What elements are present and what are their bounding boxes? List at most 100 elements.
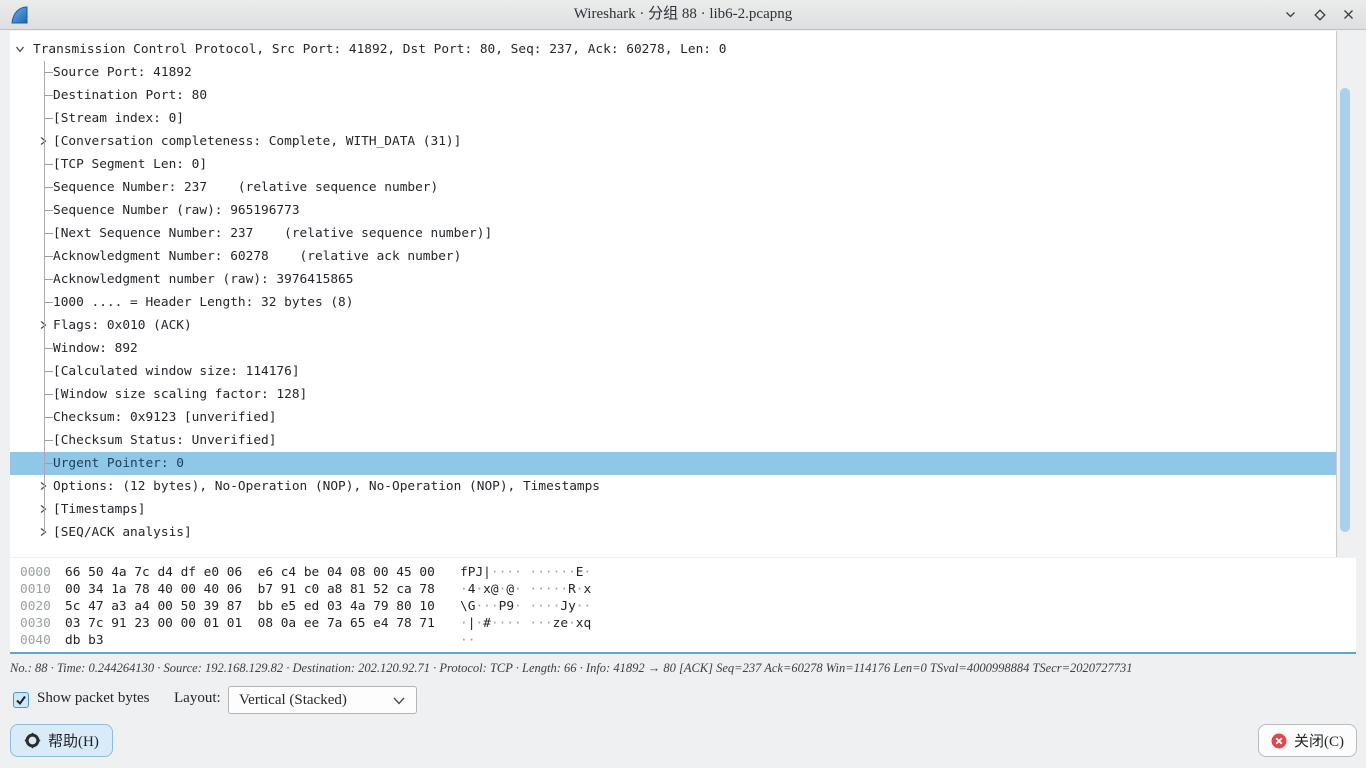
tree-row[interactable]: Window: 892 — [10, 337, 1336, 360]
tree-row-selected[interactable]: Urgent Pointer: 0 — [10, 452, 1336, 475]
close-window-icon[interactable] — [1341, 7, 1356, 22]
tree-row-label: Acknowledgment number (raw): 3976415865 — [53, 268, 353, 291]
tree-branch-tick — [44, 417, 53, 418]
hexdump-offset: 0020 — [20, 598, 51, 615]
tree-branch-tick — [44, 72, 53, 73]
tree-row-label: Source Port: 41892 — [53, 61, 192, 84]
tree-row[interactable]: [Window size scaling factor: 128] — [10, 383, 1336, 406]
tree-row-label: Window: 892 — [53, 337, 138, 360]
tree-row[interactable]: [Checksum Status: Unverified] — [10, 429, 1336, 452]
hexdump-ascii[interactable]: ·· — [460, 632, 475, 649]
hexdump-offset: 0010 — [20, 581, 51, 598]
tree-row-label: [TCP Segment Len: 0] — [53, 153, 207, 176]
tree-branch-tick — [44, 118, 53, 119]
hexdump-row[interactable]: 0030 03 7c 91 23 00 00 01 01 08 0a ee 7a … — [10, 615, 1356, 632]
tree-row[interactable]: [TCP Segment Len: 0] — [10, 153, 1336, 176]
hexdump-row[interactable]: 0010 00 34 1a 78 40 00 40 06 b7 91 c0 a8 … — [10, 581, 1356, 598]
tree-row-label: [Timestamps] — [53, 498, 145, 521]
tree-row-label: Urgent Pointer: 0 — [53, 452, 184, 475]
tree-row-label: Flags: 0x010 (ACK) — [53, 314, 192, 337]
expander-collapsed-icon[interactable] — [37, 526, 49, 538]
hexdump-row[interactable]: 0020 5c 47 a3 a4 00 50 39 87 bb e5 ed 03 … — [10, 598, 1356, 615]
hexdump-ascii[interactable]: ·|·#···· ···ze·xq — [460, 615, 591, 632]
minimize-icon[interactable] — [1283, 7, 1298, 22]
tree-branch-tick — [44, 210, 53, 211]
tree-branch-tick — [44, 187, 53, 188]
tree-guide-line — [44, 61, 45, 533]
tree-scrollbar[interactable] — [1336, 31, 1353, 557]
tree-branch-tick — [44, 279, 53, 280]
tree-row[interactable]: Options: (12 bytes), No-Operation (NOP),… — [10, 475, 1336, 498]
tree-row[interactable]: [Calculated window size: 114176] — [10, 360, 1336, 383]
close-button[interactable]: 关闭(C) — [1258, 724, 1357, 757]
tree-branch-tick — [44, 302, 53, 303]
tree-row[interactable]: [SEQ/ACK analysis] — [10, 521, 1336, 544]
tree-row[interactable]: [Stream index: 0] — [10, 107, 1336, 130]
tree-row-label: Sequence Number (raw): 965196773 — [53, 199, 300, 222]
hexdump-bytes[interactable]: 5c 47 a3 a4 00 50 39 87 bb e5 ed 03 4a 7… — [65, 598, 435, 615]
tree-row-label: [Conversation completeness: Complete, WI… — [53, 130, 461, 153]
hexdump-bytes[interactable]: 66 50 4a 7c d4 df e0 06 e6 c4 be 04 08 0… — [65, 564, 435, 581]
tree-branch-tick — [44, 256, 53, 257]
tree-row[interactable]: Source Port: 41892 — [10, 61, 1336, 84]
tree-row[interactable]: Sequence Number (raw): 965196773 — [10, 199, 1336, 222]
hexdump-bytes[interactable]: 03 7c 91 23 00 00 01 01 08 0a ee 7a 65 e… — [65, 615, 435, 632]
hexdump-bytes[interactable]: db b3 — [65, 632, 104, 649]
expander-collapsed-icon[interactable] — [37, 503, 49, 515]
hexdump-ascii[interactable]: \G···P9· ····Jy·· — [460, 598, 591, 615]
tree-row-label: 1000 .... = Header Length: 32 bytes (8) — [53, 291, 353, 314]
help-button[interactable]: 帮助(H) — [10, 724, 113, 757]
tree-row-label: [SEQ/ACK analysis] — [53, 521, 192, 544]
titlebar: Wireshark · 分组 88 · lib6-2.pcapng — [0, 0, 1366, 30]
hexdump-ascii[interactable]: fPJ|···· ······E· — [460, 564, 591, 581]
tree-branch-tick — [44, 233, 53, 234]
tree-scrollbar-thumb[interactable] — [1340, 88, 1350, 532]
window-title: Wireshark · 分组 88 · lib6-2.pcapng — [0, 0, 1366, 29]
help-lifebuoy-icon — [24, 732, 41, 749]
tree-row[interactable]: Destination Port: 80 — [10, 84, 1336, 107]
layout-label: Layout: — [174, 690, 221, 707]
hexdump-row[interactable]: 0040db b3·· — [10, 632, 1356, 649]
tree-branch-tick — [44, 440, 53, 441]
tree-branch-tick — [44, 371, 53, 372]
show-packet-bytes-label[interactable]: Show packet bytes — [37, 690, 149, 707]
hexdump-bytes[interactable]: 00 34 1a 78 40 00 40 06 b7 91 c0 a8 81 5… — [65, 581, 435, 598]
close-red-icon — [1271, 733, 1287, 749]
expander-collapsed-icon[interactable] — [37, 319, 49, 331]
tree-row-label: [Stream index: 0] — [53, 107, 184, 130]
hexdump-row[interactable]: 000066 50 4a 7c d4 df e0 06 e6 c4 be 04 … — [10, 564, 1356, 581]
packet-bytes-pane[interactable]: 000066 50 4a 7c d4 df e0 06 e6 c4 be 04 … — [10, 558, 1356, 654]
tree-row-label: Options: (12 bytes), No-Operation (NOP),… — [53, 475, 600, 498]
close-button-label: 关闭(C) — [1294, 730, 1344, 751]
tree-row[interactable]: Sequence Number: 237 (relative sequence … — [10, 176, 1336, 199]
tree-row-label: [Window size scaling factor: 128] — [53, 383, 307, 406]
tree-row-label: [Next Sequence Number: 237 (relative seq… — [53, 222, 492, 245]
layout-dropdown[interactable]: Vertical (Stacked) — [228, 686, 417, 714]
tree-row-label: [Checksum Status: Unverified] — [53, 429, 276, 452]
tree-row[interactable]: 1000 .... = Header Length: 32 bytes (8) — [10, 291, 1336, 314]
tree-row[interactable]: [Next Sequence Number: 237 (relative seq… — [10, 222, 1336, 245]
tree-branch-tick — [44, 95, 53, 96]
tree-row[interactable]: Checksum: 0x9123 [unverified] — [10, 406, 1336, 429]
expander-collapsed-icon[interactable] — [37, 135, 49, 147]
tree-branch-tick — [44, 394, 53, 395]
show-packet-bytes-checkbox[interactable] — [13, 692, 29, 708]
packet-details-tree[interactable]: Transmission Control Protocol, Src Port:… — [10, 31, 1336, 557]
hexdump-ascii[interactable]: ·4·x@·@· ·····R·x — [460, 581, 591, 598]
packet-summary-line: No.: 88 · Time: 0.244264130 · Source: 19… — [10, 661, 1360, 676]
expander-collapsed-icon[interactable] — [37, 480, 49, 492]
tree-row[interactable]: Transmission Control Protocol, Src Port:… — [10, 38, 1336, 61]
tree-row[interactable]: [Timestamps] — [10, 498, 1336, 521]
maximize-icon[interactable] — [1312, 7, 1327, 22]
tree-row-label: Destination Port: 80 — [53, 84, 207, 107]
tree-row[interactable]: Acknowledgment number (raw): 3976415865 — [10, 268, 1336, 291]
help-button-label: 帮助(H) — [48, 730, 99, 751]
tree-branch-tick — [44, 164, 53, 165]
tree-branch-tick — [44, 463, 53, 464]
tree-row[interactable]: Acknowledgment Number: 60278 (relative a… — [10, 245, 1336, 268]
hexdump-offset: 0030 — [20, 615, 51, 632]
expander-expanded-icon[interactable] — [14, 43, 26, 55]
tree-row[interactable]: [Conversation completeness: Complete, WI… — [10, 130, 1336, 153]
chevron-down-icon — [392, 696, 406, 706]
tree-row[interactable]: Flags: 0x010 (ACK) — [10, 314, 1336, 337]
